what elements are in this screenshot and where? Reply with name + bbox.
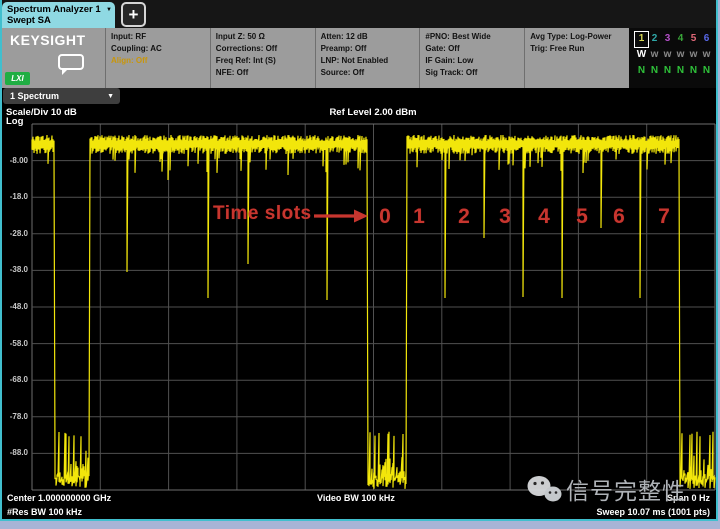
y-axis-tick-label: -88.0 [2,448,28,457]
y-axis-tick-label: -58.0 [2,339,28,348]
watermark-text: 信号完整性 [566,472,686,506]
wechat-icon [526,474,562,504]
center-frequency-readout[interactable]: Center 1.000000000 GHz [7,493,111,503]
spectrum-analyzer-window: Spectrum Analyzer 1 ▼ Swept SA + KEYSIGH… [0,0,718,521]
spectrum-plot[interactable] [2,0,716,519]
sweep-time-readout[interactable]: Sweep 10.07 ms (1001 pts) [596,507,710,517]
y-axis-tick-label: -48.0 [2,302,28,311]
slot-number-3: 3 [499,205,511,229]
slot-number-5: 5 [576,205,588,229]
y-axis-tick-label: -68.0 [2,375,28,384]
ref-level-readout[interactable]: Ref Level 2.00 dBm [329,107,416,118]
log-scale-label: Log [6,116,23,127]
time-slots-arrow [312,208,370,224]
time-slots-annotation: Time slots [213,203,312,225]
y-axis-tick-label: -28.0 [2,229,28,238]
slot-number-6: 6 [613,205,625,229]
slot-number-4: 4 [538,205,550,229]
slot-number-7: 7 [658,205,670,229]
slot-number-0: 0 [379,205,391,229]
y-axis-tick-label: -38.0 [2,265,28,274]
res-bw-readout[interactable]: #Res BW 100 kHz [7,507,82,517]
watermark: 信号完整性 [526,472,686,506]
y-axis-tick-label: -18.0 [2,192,28,201]
slot-number-2: 2 [458,205,470,229]
slot-number-1: 1 [413,205,425,229]
y-axis-tick-label: -8.00 [2,156,28,165]
video-bw-readout[interactable]: Video BW 100 kHz [317,493,395,503]
y-axis-tick-label: -78.0 [2,412,28,421]
